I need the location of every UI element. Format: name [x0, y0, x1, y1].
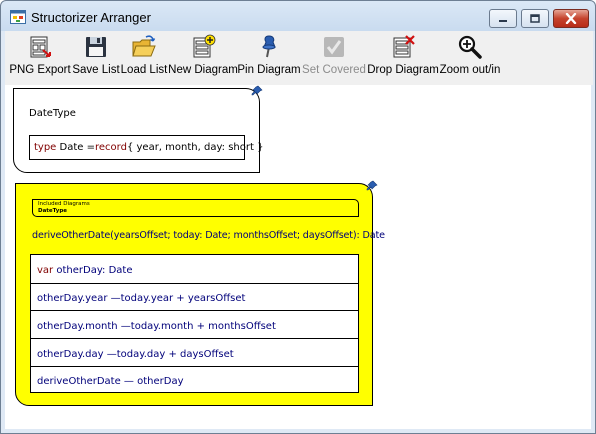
drop-diagram-icon [393, 35, 415, 58]
element-var-declaration[interactable]: var otherDay: Date [31, 255, 358, 283]
element-return-value[interactable]: deriveOtherDate — otherDay [31, 366, 358, 393]
element-assign-day[interactable]: otherDay.day —today.day + daysOffset [31, 338, 358, 366]
new-diagram-button[interactable]: New Diagram [167, 31, 239, 83]
diagram-derive-other-date[interactable]: Included Diagrams DateType deriveOtherDa… [15, 183, 385, 406]
record-keyword: record [95, 142, 127, 153]
open-folder-icon [132, 35, 156, 57]
element-assign-year[interactable]: otherDay.year —today.year + yearsOffset [31, 283, 358, 310]
pushpin-icon [262, 35, 276, 58]
new-diagram-label: New Diagram [168, 64, 238, 76]
type-keyword: type [34, 142, 57, 153]
element-assign-month[interactable]: otherDay.month —today.month + monthsOffs… [31, 310, 358, 338]
new-diagram-icon [193, 34, 216, 58]
close-button[interactable] [553, 9, 589, 28]
toolbar: PNG Export Save List Load List New Diagr… [5, 31, 593, 85]
drop-diagram-button[interactable]: Drop Diagram [367, 31, 439, 83]
load-list-label: Load List [120, 64, 168, 76]
set-covered-label: Set Covered [302, 64, 366, 76]
diagram-datetype-name: DateType [29, 108, 76, 119]
derive-pin-icon [366, 180, 378, 191]
png-export-label: PNG Export [9, 64, 71, 76]
included-diagram-item: DateType [38, 208, 67, 214]
title-bar[interactable]: Structorizer Arranger [1, 1, 595, 31]
datetype-pin-icon [251, 85, 263, 96]
assign-day-text: otherDay.day —today.day + daysOffset [37, 349, 234, 360]
arranger-window: Structorizer Arranger PNG Export Save Li… [0, 0, 596, 434]
app-icon [10, 10, 26, 24]
load-list-button[interactable]: Load List [121, 31, 167, 83]
set-covered-button[interactable]: Set Covered [299, 31, 369, 83]
pin-diagram-button[interactable]: Pin Diagram [237, 31, 301, 83]
included-diagrams-box: Included Diagrams DateType [32, 199, 359, 217]
save-list-label: Save List [72, 64, 120, 76]
zoom-button[interactable]: Zoom out/in [437, 31, 503, 83]
type-name-text: Date = [59, 142, 95, 153]
minimize-icon [499, 19, 507, 22]
diagram-datetype[interactable]: DateType type Date =record{ year, month,… [13, 88, 263, 173]
save-list-button[interactable]: Save List [71, 31, 121, 83]
drop-diagram-label: Drop Diagram [367, 64, 439, 76]
arranger-canvas[interactable]: DateType type Date =record{ year, month,… [5, 85, 591, 429]
checkmark-icon [324, 37, 344, 57]
close-icon [565, 13, 577, 24]
assign-month-text: otherDay.month —today.month + monthsOffs… [37, 321, 276, 332]
var-keyword: var [37, 265, 54, 276]
png-export-button[interactable]: PNG Export [9, 31, 71, 83]
var-declaration-text: otherDay: Date [56, 265, 133, 276]
window-title: Structorizer Arranger [31, 10, 151, 25]
maximize-button[interactable] [521, 9, 549, 28]
included-diagrams-label: Included Diagrams [38, 201, 90, 207]
png-export-icon [30, 36, 51, 58]
record-fields-text: { year, month, day: short } [126, 142, 264, 153]
diagram-derive-header: deriveOtherDate(yearsOffset; today: Date… [32, 230, 385, 241]
maximize-icon [530, 14, 540, 23]
minimize-button[interactable] [489, 9, 517, 28]
magnifier-icon [458, 35, 482, 59]
diagram-derive-body: var otherDay: Date otherDay.year —today.… [30, 254, 359, 393]
pin-diagram-label: Pin Diagram [237, 64, 301, 76]
zoom-label: Zoom out/in [439, 64, 501, 76]
assign-year-text: otherDay.year —today.year + yearsOffset [37, 293, 246, 304]
floppy-disk-icon [86, 37, 106, 57]
return-value-text: deriveOtherDate — otherDay [37, 376, 184, 387]
diagram-datetype-type-element[interactable]: type Date =record{ year, month, day: sho… [29, 135, 263, 160]
